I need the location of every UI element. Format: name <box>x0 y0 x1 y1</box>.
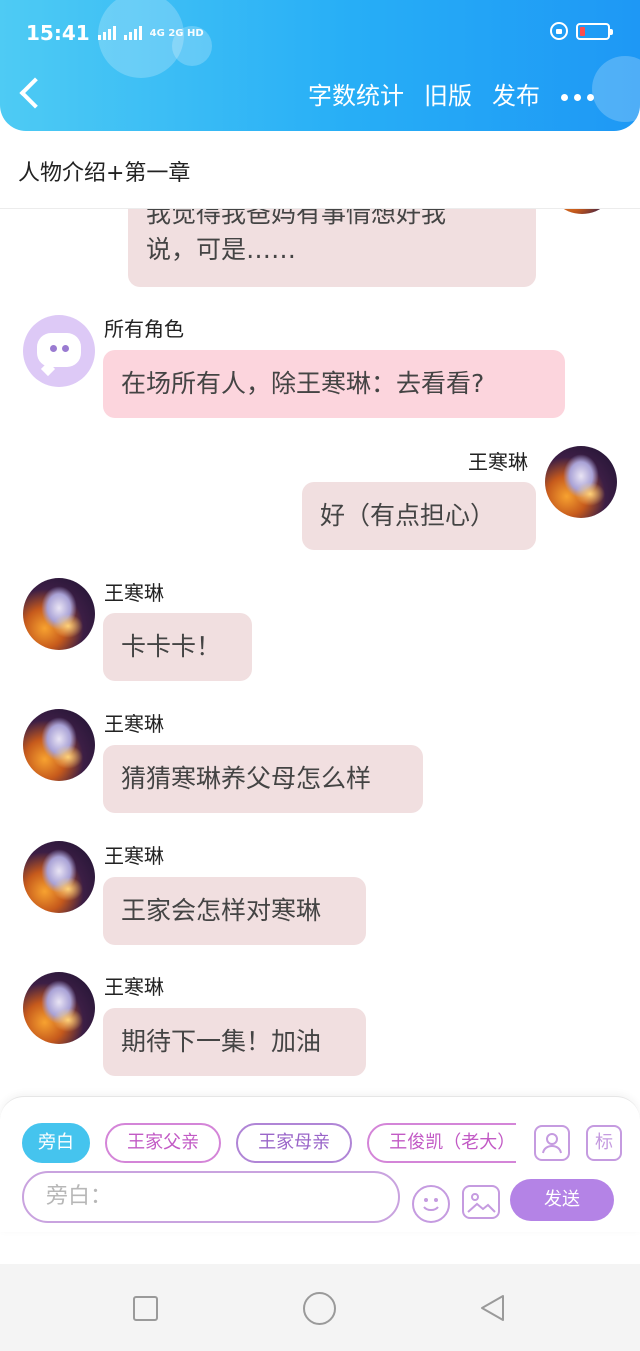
compose-toolbar: 旁白 王家父亲 王家母亲 王俊凯（老大） 标 旁白： 发送 <box>0 1096 640 1232</box>
message-bubble: 好（有点担心） <box>302 482 536 550</box>
chapter-title: 人物介绍+第一章 <box>18 161 191 186</box>
word-count-button[interactable]: 字数统计 <box>308 76 404 111</box>
back-triangle-icon[interactable] <box>478 1293 506 1323</box>
image-icon[interactable] <box>462 1185 500 1219</box>
rotation-lock-icon <box>550 22 568 40</box>
chat-bubble-icon <box>37 333 81 367</box>
speaker-name: 王寒琳 <box>104 712 164 736</box>
app-header: 15:41 4G 2G HD 字数统计 旧版 发布 <box>0 0 640 131</box>
home-icon[interactable] <box>303 1292 336 1325</box>
status-bar: 15:41 4G 2G HD <box>26 20 204 46</box>
role-chip[interactable]: 王家父亲 <box>105 1123 222 1163</box>
role-chip-list[interactable]: 旁白 王家父亲 王家母亲 王俊凯（老大） <box>22 1123 516 1165</box>
avatar[interactable] <box>23 841 95 913</box>
status-time: 15:41 <box>26 21 90 45</box>
avatar[interactable] <box>545 446 617 518</box>
speaker-name: 所有角色 <box>104 317 184 341</box>
person-icon <box>542 1133 562 1154</box>
speaker-name: 王寒琳 <box>104 975 164 999</box>
send-button[interactable]: 发送 <box>510 1179 614 1221</box>
back-chevron-icon[interactable] <box>19 77 51 109</box>
decorative-bubble <box>592 56 640 122</box>
message-input[interactable]: 旁白： <box>22 1171 400 1223</box>
system-nav-bar <box>0 1264 640 1351</box>
role-chip[interactable]: 王家母亲 <box>236 1123 353 1163</box>
eye-icon <box>50 345 57 352</box>
picture-icon <box>467 1193 496 1213</box>
avatar[interactable] <box>23 315 95 387</box>
speaker-name: 王寒琳 <box>104 844 164 868</box>
tag-button[interactable]: 标 <box>586 1125 622 1161</box>
avatar[interactable] <box>23 709 95 781</box>
signal-icon <box>123 26 142 40</box>
eye-icon <box>62 345 69 352</box>
publish-button[interactable]: 发布 <box>492 76 540 111</box>
role-chip[interactable]: 王俊凯（老大） <box>367 1123 516 1163</box>
message-bubble: 猜猜寒琳养父母怎么样 <box>103 745 423 813</box>
message-bubble: 王家会怎样对寒琳 <box>103 877 366 945</box>
avatar[interactable] <box>23 972 95 1044</box>
status-right <box>550 22 613 40</box>
recent-apps-icon[interactable] <box>133 1296 158 1321</box>
role-manage-icon[interactable] <box>534 1125 570 1161</box>
avatar[interactable] <box>23 578 95 650</box>
smile-icon <box>423 1198 439 1211</box>
signal-icon <box>97 26 116 40</box>
emoji-icon[interactable] <box>412 1185 450 1223</box>
chat-area[interactable]: 我觉得我爸妈有事情想好我 说，可是…… 所有角色 在场所有人，除王寒琳：去看看?… <box>0 131 640 1096</box>
role-chip-narrator[interactable]: 旁白 <box>22 1123 90 1163</box>
battery-icon <box>576 22 613 40</box>
network-label: 4G 2G HD <box>149 27 204 39</box>
message-bubble: 期待下一集！加油 <box>103 1008 366 1076</box>
speaker-name: 王寒琳 <box>468 450 528 474</box>
message-bubble: 卡卡卡！ <box>103 613 252 681</box>
speaker-name: 王寒琳 <box>104 581 164 605</box>
more-dots-icon[interactable] <box>561 94 594 101</box>
header-actions: 字数统计 旧版 发布 <box>308 76 540 111</box>
message-bubble: 在场所有人，除王寒琳：去看看? <box>103 350 565 418</box>
chapter-title-bar: 人物介绍+第一章 <box>0 131 640 209</box>
old-version-button[interactable]: 旧版 <box>424 76 472 111</box>
